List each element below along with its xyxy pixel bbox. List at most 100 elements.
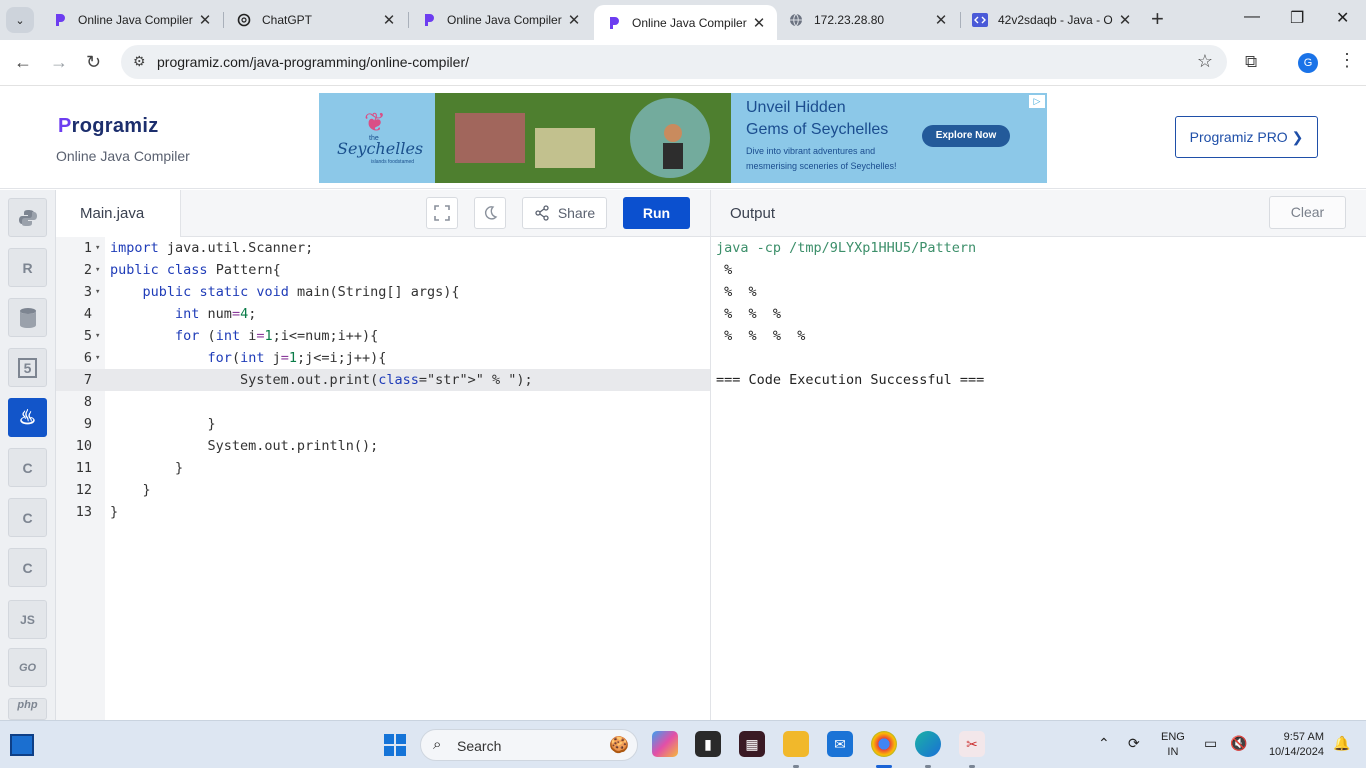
taskbar-search[interactable]: ⌕ Search 🍪 [420,729,638,761]
minimize-icon[interactable]: — [1244,8,1260,26]
back-icon[interactable]: ← [14,52,32,73]
fullscreen-button[interactable] [426,197,458,229]
copilot-icon[interactable] [652,731,678,757]
code-line[interactable]: 2 ▾ public class Pattern{ [56,259,710,281]
code-line[interactable]: 12 } [56,479,710,501]
go-icon[interactable]: GO [8,648,47,687]
display-icon[interactable]: ▭ [1204,735,1217,752]
close-icon[interactable]: ✕ [381,11,397,29]
site-settings-icon[interactable]: ⚙ [133,53,146,70]
new-tab-icon[interactable]: + [1151,8,1164,30]
tab-title: 172.23.28.80 [814,13,885,27]
sync-icon[interactable]: ⟳ [1128,735,1140,752]
terminal-icon[interactable]: ▮ [695,731,721,757]
code-line[interactable]: 9 } [56,413,710,435]
browser-tab[interactable]: Online Java Compiler ✕ [40,5,223,35]
code-line[interactable]: 6 ▾ for(int j=1;j<=i;j++){ [56,347,710,369]
mail-icon[interactable]: ✉ [827,731,853,757]
browser-tab[interactable]: ChatGPT ✕ [224,5,407,35]
code-icon [972,12,988,28]
fold-arrow-icon[interactable]: ▾ [95,347,100,369]
close-icon[interactable]: ✕ [751,14,767,32]
input-language[interactable]: ENG IN [1161,730,1185,760]
html5-icon[interactable]: 5 [8,348,47,387]
code-line[interactable]: 1 ▾ import java.util.Scanner; [56,237,710,259]
programiz-pro-button[interactable]: Programiz PRO ❯ [1175,116,1318,158]
code-editor[interactable]: 1 ▾ import java.util.Scanner; 2 ▾ public clas… [56,237,710,720]
ad-explore-button[interactable]: Explore Now [922,125,1010,147]
csharp-icon[interactable]: C [8,548,47,587]
r-icon[interactable]: R [8,248,47,287]
url-text[interactable]: programiz.com/java-programming/online-co… [157,54,469,70]
bookmark-star-icon[interactable]: ☆ [1197,51,1213,72]
edge-icon[interactable] [915,731,941,757]
clear-button[interactable]: Clear [1269,196,1346,229]
close-icon[interactable]: ✕ [197,11,213,29]
cpp-label: C [22,509,33,526]
share-button[interactable]: Share [522,197,607,229]
chrome-icon[interactable] [871,731,897,757]
js-icon[interactable]: JS [8,600,47,639]
snipping-tool-icon[interactable]: ✂ [959,731,985,757]
address-bar[interactable]: ⚙ programiz.com/java-programming/online-… [121,45,1227,79]
clock-date: 10/14/2024 [1268,746,1324,758]
reload-icon[interactable]: ↻ [86,52,101,73]
java-icon[interactable]: ♨ [8,398,47,437]
chevron-up-icon[interactable]: ⌃ [1098,735,1110,752]
browser-tab[interactable]: Online Java Compiler ✕ [409,5,592,35]
tab-search-button[interactable]: ⌄ [6,7,34,33]
output-command-line: java -cp /tmp/9LYXp1HHU5/Pattern [716,240,977,256]
fold-arrow-icon[interactable]: ▾ [95,237,100,259]
code-line[interactable]: 8 [56,391,710,413]
cpp-icon[interactable]: C [8,498,47,537]
code-line[interactable]: 13} [56,501,710,523]
extensions-icon[interactable]: ⧉ [1245,52,1257,72]
browser-tab-active[interactable]: Online Java Compiler ✕ [594,5,777,40]
code-line[interactable]: 4 int num=4; [56,303,710,325]
close-icon[interactable]: ✕ [933,11,949,29]
close-icon[interactable]: ✕ [566,11,582,29]
start-button[interactable] [384,734,406,756]
code-text: for(int j=1;j<=i;j++){ [207,350,387,366]
dark-mode-button[interactable] [474,197,506,229]
code-line[interactable]: 7 System.out.print(class="str">" % "); [56,369,710,391]
browser-tab[interactable]: 42v2sdaqb - Java - O ✕ [960,5,1143,35]
pattern-app-icon[interactable]: ▦ [739,731,765,757]
programiz-logo[interactable]: Programiz [58,115,159,138]
volume-muted-icon[interactable]: 🔇 [1230,735,1247,752]
c-icon[interactable]: C [8,448,47,487]
close-icon[interactable]: ✕ [1117,11,1133,29]
database-icon[interactable] [8,298,47,337]
fold-arrow-icon[interactable]: ▾ [95,281,100,303]
python-icon[interactable] [8,198,47,237]
php-icon[interactable]: php [8,698,47,720]
widgets-icon[interactable] [10,734,34,756]
globe-icon [788,12,804,28]
code-line[interactable]: 5 ▾ for (int i=1;i<=num;i++){ [56,325,710,347]
advertisement-banner[interactable]: ❦ Seychelles the islands foodstamed Unve… [319,93,1047,183]
restore-icon[interactable]: ❐ [1290,8,1304,28]
fold-arrow-icon[interactable]: ▾ [95,259,100,281]
code-text: public static void main(String[] args){ [142,284,460,300]
browser-menu-icon[interactable]: ⋮ [1338,50,1356,71]
file-explorer-icon[interactable] [783,731,809,757]
profile-avatar[interactable]: G [1298,53,1318,73]
run-button[interactable]: Run [623,197,690,229]
tab-title: Online Java Compiler [78,13,193,27]
fold-arrow-icon[interactable]: ▾ [95,325,100,347]
adchoices-icon[interactable]: ▷ [1029,95,1045,108]
window-close-icon[interactable]: ✕ [1336,8,1349,28]
forward-icon[interactable]: → [50,52,68,73]
code-line[interactable]: 11 } [56,457,710,479]
notification-icon[interactable]: 🔔 [1333,735,1350,752]
code-line[interactable]: 3 ▾ public static void main(String[] args… [56,281,710,303]
search-highlight-icon: 🍪 [609,737,629,754]
file-tab[interactable]: Main.java [56,190,181,237]
browser-tab[interactable]: 172.23.28.80 ✕ [776,5,959,35]
code-line[interactable]: 10 System.out.println(); [56,435,710,457]
seychelles-logo-icon: ❦ [364,107,386,137]
line-number: 11 [75,460,92,476]
code-text: for (int i=1;i<=num;i++){ [175,328,379,344]
output-console[interactable]: java -cp /tmp/9LYXp1HHU5/Pattern % % % %… [710,237,1366,720]
system-clock[interactable]: 9:57 AM 10/14/2024 [1258,730,1324,760]
